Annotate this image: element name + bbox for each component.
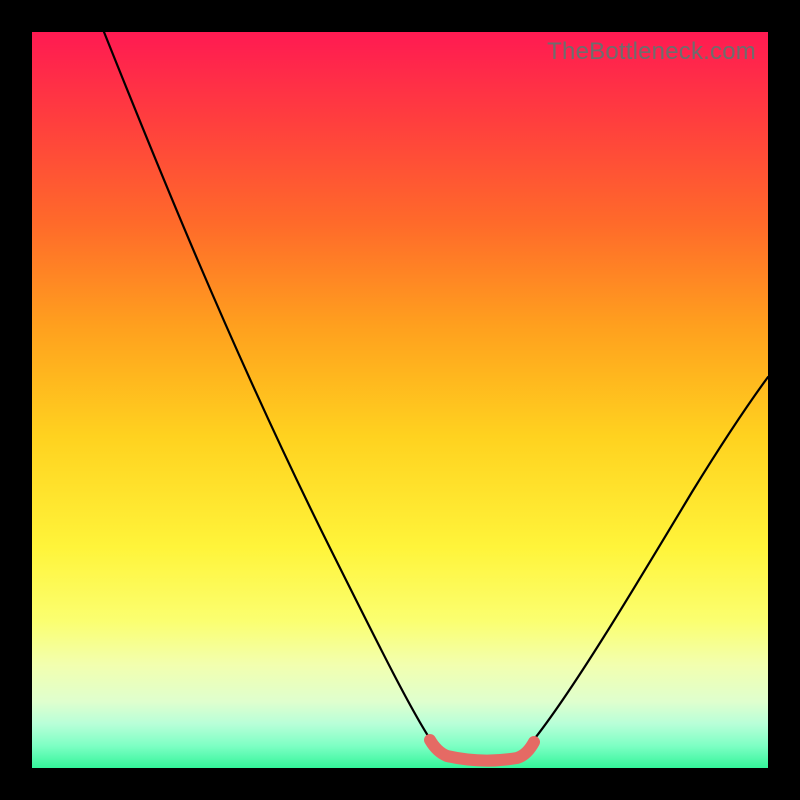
optimal-range-highlight (430, 740, 534, 761)
curve-left-branch (104, 32, 432, 742)
curve-svg (32, 32, 768, 768)
chart-frame: TheBottleneck.com (0, 0, 800, 800)
plot-area: TheBottleneck.com (32, 32, 768, 768)
curve-right-branch (532, 377, 768, 742)
